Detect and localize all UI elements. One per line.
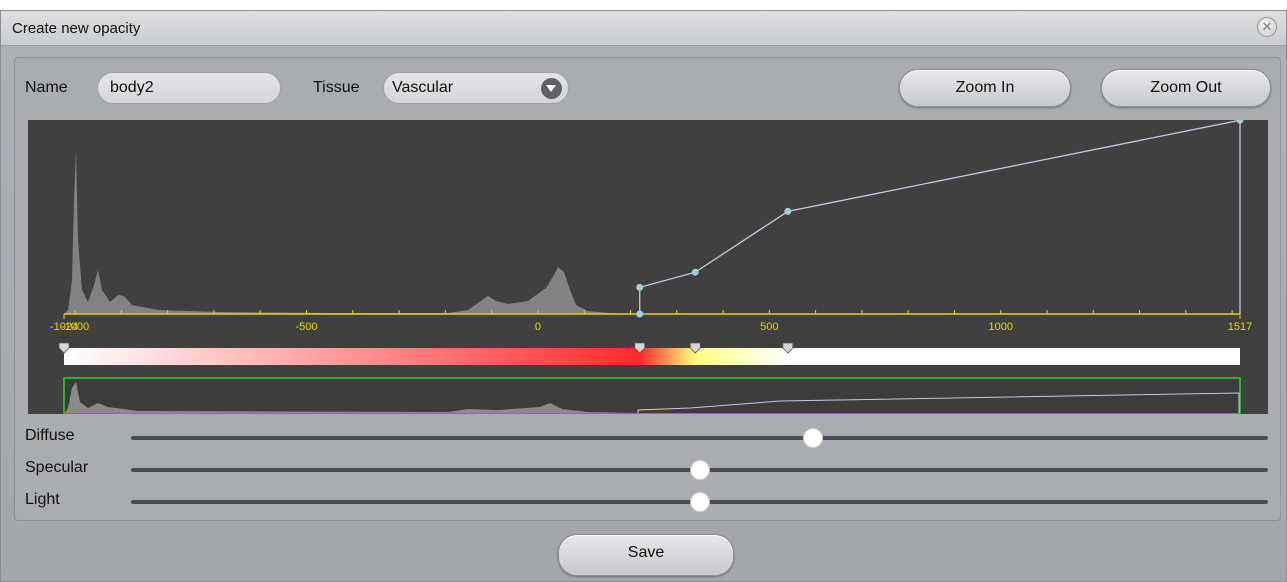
tissue-label: Tissue: [313, 79, 360, 96]
opacity-control-point: [636, 283, 644, 291]
save-button[interactable]: Save: [558, 534, 734, 576]
histogram-area: [64, 150, 638, 314]
zoom-in-button[interactable]: Zoom In: [899, 69, 1071, 107]
opacity-control-point: [636, 310, 644, 318]
light-slider-thumb[interactable]: [689, 492, 710, 512]
diffuse-slider-thumb[interactable]: [803, 428, 824, 448]
opacity-panel: Name Tissue Vascular Zoom In Zoom Out -1…: [14, 57, 1281, 521]
diffuse-slider[interactable]: [131, 428, 1268, 448]
opacity-control-point: [784, 207, 792, 215]
opacity-control-point: [1236, 120, 1244, 124]
x-tick-label: -500: [295, 321, 317, 333]
light-label: Light: [25, 491, 60, 508]
diffuse-label: Diffuse: [25, 427, 75, 444]
name-label: Name: [25, 79, 68, 96]
specular-label: Specular: [25, 459, 89, 476]
specular-slider[interactable]: [131, 460, 1268, 480]
tissue-select[interactable]: Vascular: [383, 72, 569, 104]
color-gradient-bar: [64, 348, 1240, 365]
x-tick-label: 1000: [988, 321, 1012, 333]
name-input[interactable]: [97, 72, 281, 104]
x-tick-label: 0: [535, 321, 541, 333]
opacity-editor[interactable]: -1000 -1024 -500 0 500 1000 1517: [28, 120, 1268, 414]
x-tick-label: 500: [760, 321, 778, 333]
opacity-control-point: [691, 268, 699, 276]
transfer-function-chart[interactable]: -1000-1024 -500 0 500 1000 1517: [28, 120, 1268, 414]
light-slider[interactable]: [131, 492, 1268, 512]
opacity-curve: [639, 120, 1241, 314]
close-icon[interactable]: ✕: [1257, 17, 1277, 37]
specular-slider-thumb[interactable]: [689, 460, 710, 480]
x-tick-label: -1024: [50, 321, 78, 333]
title-bar: Create new opacity ✕: [1, 11, 1286, 46]
chevron-down-icon[interactable]: [541, 78, 562, 99]
tissue-selected-value: Vascular: [392, 79, 454, 96]
dialog-window: Create new opacity ✕ Name Tissue Vascula…: [0, 10, 1287, 582]
x-tick-label: 1517: [1228, 321, 1252, 333]
zoom-out-button[interactable]: Zoom Out: [1101, 69, 1271, 107]
dialog-title: Create new opacity: [12, 20, 141, 37]
